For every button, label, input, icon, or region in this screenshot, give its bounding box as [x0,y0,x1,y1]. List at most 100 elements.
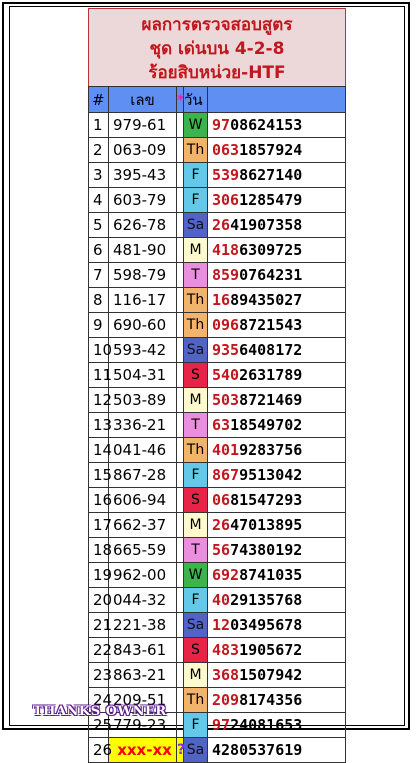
row-digits-highlight: 418 [212,241,240,259]
row-code: 665-59 [108,537,177,563]
row-digits: 9724081653 [207,712,346,738]
row-code: 504-31 [108,362,177,388]
row-digits-rest: 6309725 [239,241,303,259]
row-marker [176,487,184,513]
row-digits-highlight: 63 [212,416,231,434]
row-number: 10 [88,337,112,363]
title-line-2: ชุด เด่นบน 4-2-8 [149,39,285,59]
row-digits-highlight: 26 [212,516,231,534]
row-day-badge: M [183,662,208,688]
row-code: 690-60 [108,312,177,338]
row-digits-rest: 8174356 [239,691,303,709]
row-digits-rest: 8741035 [239,566,303,584]
row-code: 336-21 [108,412,177,438]
row-digits-highlight: 97 [212,116,231,134]
row-digits: 0631857924 [207,137,346,163]
row-code: 867-28 [108,462,177,488]
row-day-badge: Th [183,687,208,713]
row-day-badge: S [183,637,208,663]
row-digits: 5402631789 [207,362,346,388]
row-digits-highlight: 06 [212,491,231,509]
row-day-badge: F [183,462,208,488]
row-digits-highlight: 368 [212,666,240,684]
table-row: 11 504-31 S 5402631789 [88,362,346,388]
table-row: 22 843-61 S 4831905672 [88,637,346,663]
row-day-badge: T [183,262,208,288]
row-number: 19 [88,562,112,588]
row-digits-rest: 03495678 [230,616,303,634]
col-day-header: วัน [183,86,208,113]
row-digits: 5674380192 [207,537,346,563]
row-number: 16 [88,487,112,513]
title-line-3: ร้อยสิบหน่วย-HTF [148,63,286,83]
row-code: 863-21 [108,662,177,688]
row-digits-rest: 41907358 [230,216,303,234]
row-day-badge: Th [183,137,208,163]
row-marker [176,587,184,613]
row-marker [176,512,184,538]
row-digits: 1203495678 [207,612,346,638]
row-number: 5 [88,212,109,238]
row-number: 1 [88,112,109,138]
row-code: 593-42 [108,337,177,363]
row-marker [176,187,184,213]
row-marker [176,437,184,463]
row-digits-highlight: 401 [212,441,240,459]
row-day-badge: W [183,112,208,138]
row-digits-rest: 9513042 [239,466,303,484]
row-digits: 5398627140 [207,162,346,188]
row-marker [176,337,184,363]
row-day-badge: S [183,362,208,388]
col-num-header: # [88,86,109,113]
row-digits: 1689435027 [207,287,346,313]
row-digits-rest: 1905672 [239,641,303,659]
table-row: 17 662-37 M 2647013895 [88,512,346,538]
row-number: 26 [88,737,112,763]
row-code: 979-61 [108,112,177,138]
row-digits: 4831905672 [207,637,346,663]
row-day-badge: F [183,712,208,738]
row-digits-highlight: 503 [212,391,240,409]
row-digits-highlight: 16 [212,291,231,309]
row-digits-highlight: 859 [212,266,240,284]
table-header-row: # เลข * วัน [88,86,346,113]
row-code: 598-79 [108,262,177,288]
row-number: 4 [88,187,109,213]
row-digits-highlight: 935 [212,341,240,359]
row-digits-rest: 8721469 [239,391,303,409]
row-day-badge: Sa [183,737,208,763]
table-row: 20 044-32 F 4029135768 [88,587,346,613]
row-digits: 8679513042 [207,462,346,488]
col-digits-header [207,86,346,113]
row-number: 7 [88,262,109,288]
row-day-badge: T [183,537,208,563]
table-row: 10 593-42 Sa 9356408172 [88,337,346,363]
row-digits-highlight: 063 [212,141,240,159]
table-row: 13 336-21 T 6318549702 [88,412,346,438]
row-number: 18 [88,537,112,563]
row-digits: 5038721469 [207,387,346,413]
row-code: 503-89 [108,387,177,413]
row-day-badge: M [183,237,208,263]
table-row: 5 626-78 Sa 2641907358 [88,212,346,238]
row-marker: ? [176,737,185,763]
row-day-badge: M [183,512,208,538]
row-code: 481-90 [108,237,177,263]
row-marker [176,212,184,238]
row-number: 13 [88,412,112,438]
row-digits: 9356408172 [207,337,346,363]
row-digits: 4029135768 [207,587,346,613]
row-digits: 8590764231 [207,262,346,288]
row-digits-rest: 4280537619 [212,741,303,759]
row-number: 9 [88,312,109,338]
table-row: 1 979-61 W 9708624153 [88,112,346,138]
row-day-badge: F [183,587,208,613]
row-day-badge: Sa [183,337,208,363]
row-day-badge: Th [183,437,208,463]
table-row: 8 116-17 Th 1689435027 [88,287,346,313]
row-number: 22 [88,637,112,663]
row-day-badge: Sa [183,612,208,638]
row-digits-rest: 1507942 [239,666,303,684]
row-digits: 0681547293 [207,487,346,513]
row-code: 221-38 [108,612,177,638]
